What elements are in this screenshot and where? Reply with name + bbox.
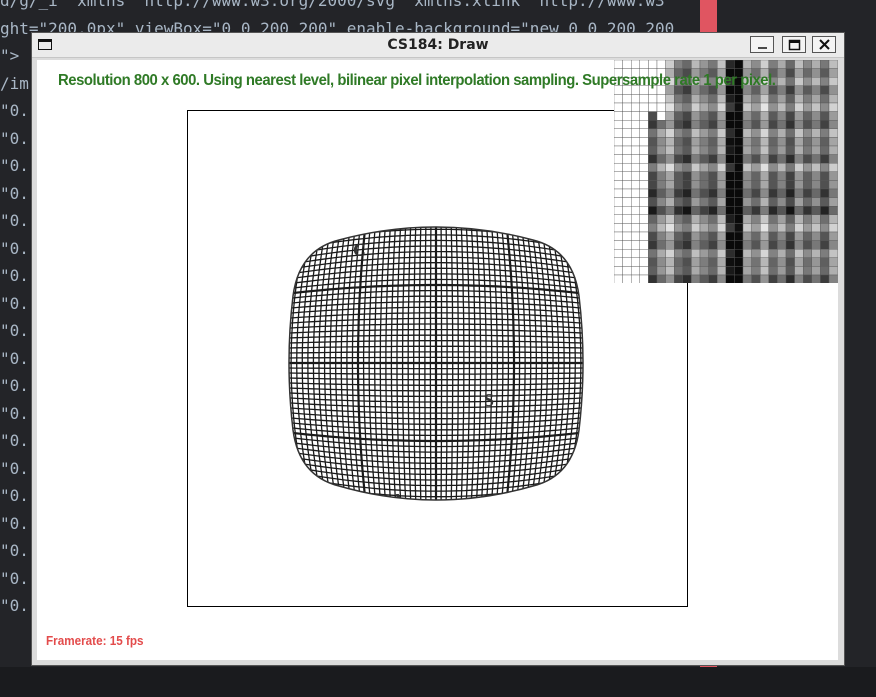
draw-window[interactable]: CS184: Draw C D S A B Resolution 800 x 6…: [32, 33, 844, 665]
code-line: "0.: [0, 101, 29, 120]
warped-texture: C D S A B: [288, 226, 584, 510]
editor-marker: [700, 0, 717, 35]
code-line: "0.: [0, 568, 29, 588]
code-line: /im: [0, 73, 29, 93]
maximize-icon: [788, 39, 801, 51]
code-line: "0.: [0, 376, 29, 395]
code-line: "0.: [0, 266, 29, 285]
minimize-button[interactable]: [750, 36, 774, 53]
code-line: "0.: [0, 403, 29, 423]
code-line: "0.: [0, 238, 29, 258]
code-line: "0.: [0, 211, 29, 230]
close-icon: [819, 39, 830, 50]
code-line: "0.: [0, 541, 29, 560]
code-line: "0.: [0, 293, 29, 313]
minimize-icon: [758, 47, 767, 49]
framerate-text: Framerate: 15 fps: [46, 633, 144, 648]
render-canvas[interactable]: C D S A B Resolution 800 x 600. Using ne…: [37, 60, 838, 660]
code-line: "0.: [0, 458, 29, 478]
code-line: "0.: [0, 486, 29, 505]
window-title: CS184: Draw: [387, 37, 489, 53]
code-line: d/g/_i xmlns http://www.w3.org/2000/svg …: [0, 0, 665, 10]
code-line: "0.: [0, 156, 29, 175]
title-bar[interactable]: CS184: Draw: [32, 33, 844, 58]
code-line: "0.: [0, 321, 29, 340]
maximize-button[interactable]: [782, 36, 806, 53]
texture-letter: D: [569, 242, 582, 262]
code-line: "0.: [0, 596, 29, 615]
code-line: "0.: [0, 128, 29, 148]
texture-letter: S: [484, 390, 494, 410]
code-line: "0.: [0, 513, 29, 533]
texture-letter: A: [391, 490, 404, 510]
code-line: ">: [0, 46, 20, 65]
status-text: Resolution 800 x 600. Using nearest leve…: [58, 72, 776, 89]
code-line: "0.: [0, 431, 29, 450]
close-button[interactable]: [812, 36, 836, 53]
texture-letter: B: [567, 488, 579, 508]
code-line: "0.: [0, 183, 29, 203]
zoom-inset: [614, 60, 838, 283]
taskbar: [0, 667, 876, 697]
texture-letter: C: [353, 240, 366, 260]
code-line: "0.: [0, 348, 29, 368]
